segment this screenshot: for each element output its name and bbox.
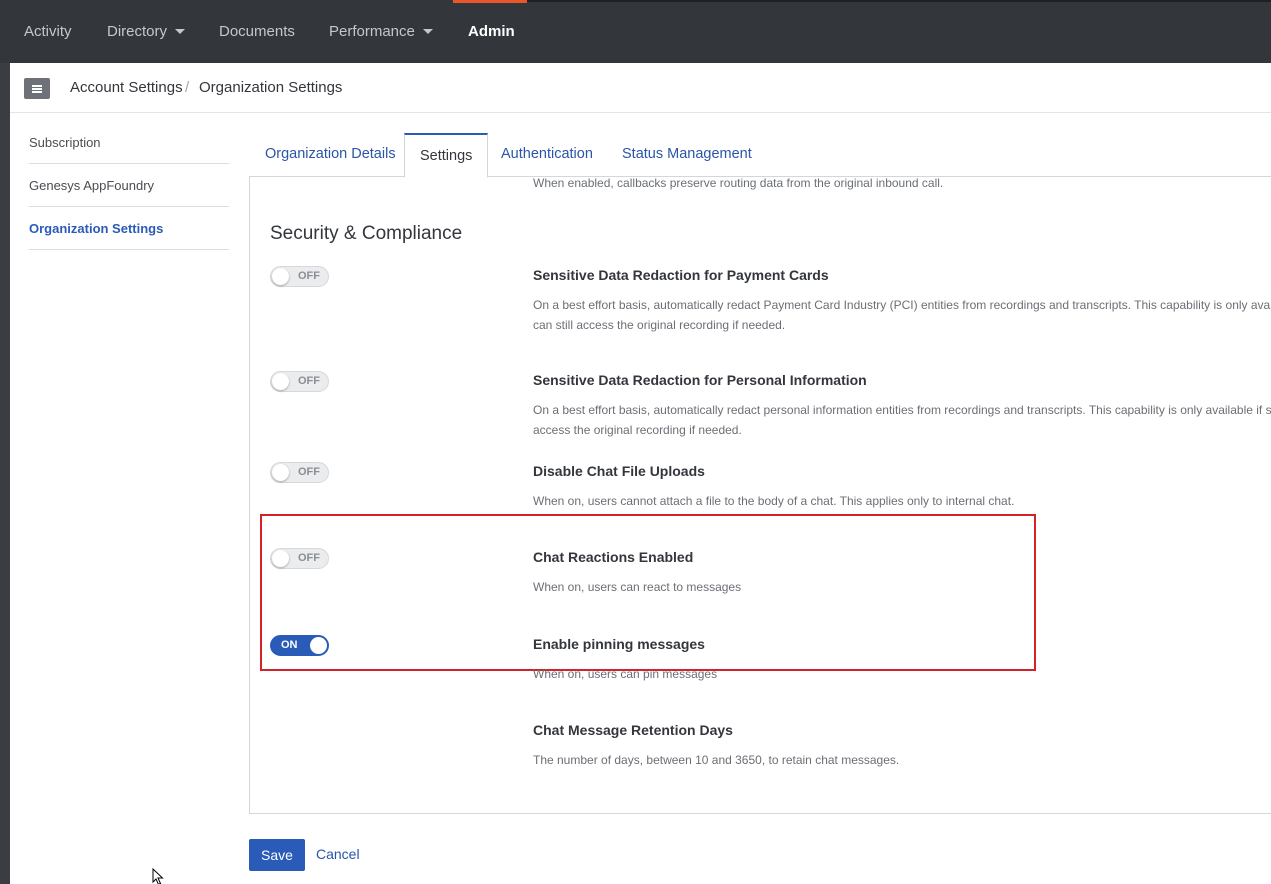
save-button[interactable]: Save [249, 839, 305, 871]
nav-item-label: Activity [24, 23, 72, 40]
toggle-state-label: ON [281, 639, 298, 651]
pii-redaction-toggle[interactable]: OFF [270, 371, 329, 392]
retention-title: Chat Message Retention Days [533, 722, 733, 738]
retention-description: The number of days, between 10 and 3650,… [533, 753, 900, 767]
tab-status-management[interactable]: Status Management [622, 133, 752, 177]
cancel-button[interactable]: Cancel [316, 846, 360, 862]
nav-item-label: Performance [329, 23, 415, 40]
setting-description: can still access the original recording … [533, 318, 786, 332]
pci-redaction-toggle[interactable]: OFF [270, 266, 329, 287]
nav-item-label: Documents [219, 23, 295, 40]
sidebar-item-appfoundry[interactable]: Genesys AppFoundry [29, 164, 229, 207]
nav-item-performance[interactable]: Performance [329, 21, 433, 43]
toggle-state-label: OFF [298, 552, 320, 564]
setting-title: Sensitive Data Redaction for Personal In… [533, 372, 867, 388]
toggle-knob [272, 373, 289, 390]
setting-title: Chat Reactions Enabled [533, 549, 694, 565]
toggle-knob [272, 550, 289, 567]
toggle-state-label: OFF [298, 270, 320, 282]
settings-tabs: Organization Details Settings Authentica… [249, 133, 1271, 178]
setting-title: Sensitive Data Redaction for Payment Car… [533, 267, 829, 283]
toggle-state-label: OFF [298, 466, 320, 478]
settings-panel: When enabled, callbacks preserve routing… [249, 177, 1271, 814]
sidebar-item-organization-settings[interactable]: Organization Settings [29, 207, 229, 250]
tab-authentication[interactable]: Authentication [501, 133, 593, 177]
section-title: Security & Compliance [270, 223, 463, 244]
tab-organization-details[interactable]: Organization Details [265, 133, 396, 177]
top-nav-bar: Activity Directory Documents Performance… [0, 0, 1271, 63]
nav-item-directory[interactable]: Directory [107, 21, 186, 43]
setting-description: On a best effort basis, automatically re… [533, 403, 1271, 417]
chevron-down-icon [422, 28, 433, 34]
toggle-knob [310, 637, 327, 654]
top-nav-divider [527, 0, 1271, 2]
nav-item-label: Admin [468, 23, 515, 40]
hamburger-menu-icon[interactable] [24, 78, 50, 99]
nav-item-admin[interactable]: Admin [468, 21, 515, 43]
setting-title: Disable Chat File Uploads [533, 463, 705, 479]
toggle-knob [272, 268, 289, 285]
breadcrumb-separator: / [185, 79, 190, 96]
breadcrumb: Account Settings / Organization Settings [10, 63, 1271, 113]
setting-title: Enable pinning messages [533, 636, 705, 652]
callback-routing-description: When enabled, callbacks preserve routing… [533, 177, 944, 190]
nav-item-documents[interactable]: Documents [219, 21, 295, 43]
nav-item-activity[interactable]: Activity [24, 21, 72, 43]
breadcrumb-current: Organization Settings [199, 79, 343, 96]
breadcrumb-account-settings[interactable]: Account Settings [70, 79, 183, 96]
pinning-messages-toggle[interactable]: ON [270, 635, 329, 656]
setting-description: When on, users can pin messages [533, 667, 718, 681]
sidebar-item-subscription[interactable]: Subscription [29, 121, 229, 164]
mouse-cursor-icon [152, 868, 164, 884]
nav-item-label: Directory [107, 23, 168, 40]
disable-chat-file-uploads-toggle[interactable]: OFF [270, 462, 329, 483]
setting-description: On a best effort basis, automatically re… [533, 298, 1271, 312]
active-nav-indicator [453, 0, 527, 3]
toggle-knob [272, 464, 289, 481]
setting-description: When on, users can react to messages [533, 580, 742, 594]
setting-description: access the original recording if needed. [533, 423, 742, 437]
chat-reactions-toggle[interactable]: OFF [270, 548, 329, 569]
toggle-state-label: OFF [298, 375, 320, 387]
chevron-down-icon [175, 28, 186, 34]
page-content: Account Settings / Organization Settings… [10, 63, 1271, 884]
setting-description: When on, users cannot attach a file to t… [533, 494, 1015, 508]
tab-settings[interactable]: Settings [404, 133, 489, 178]
